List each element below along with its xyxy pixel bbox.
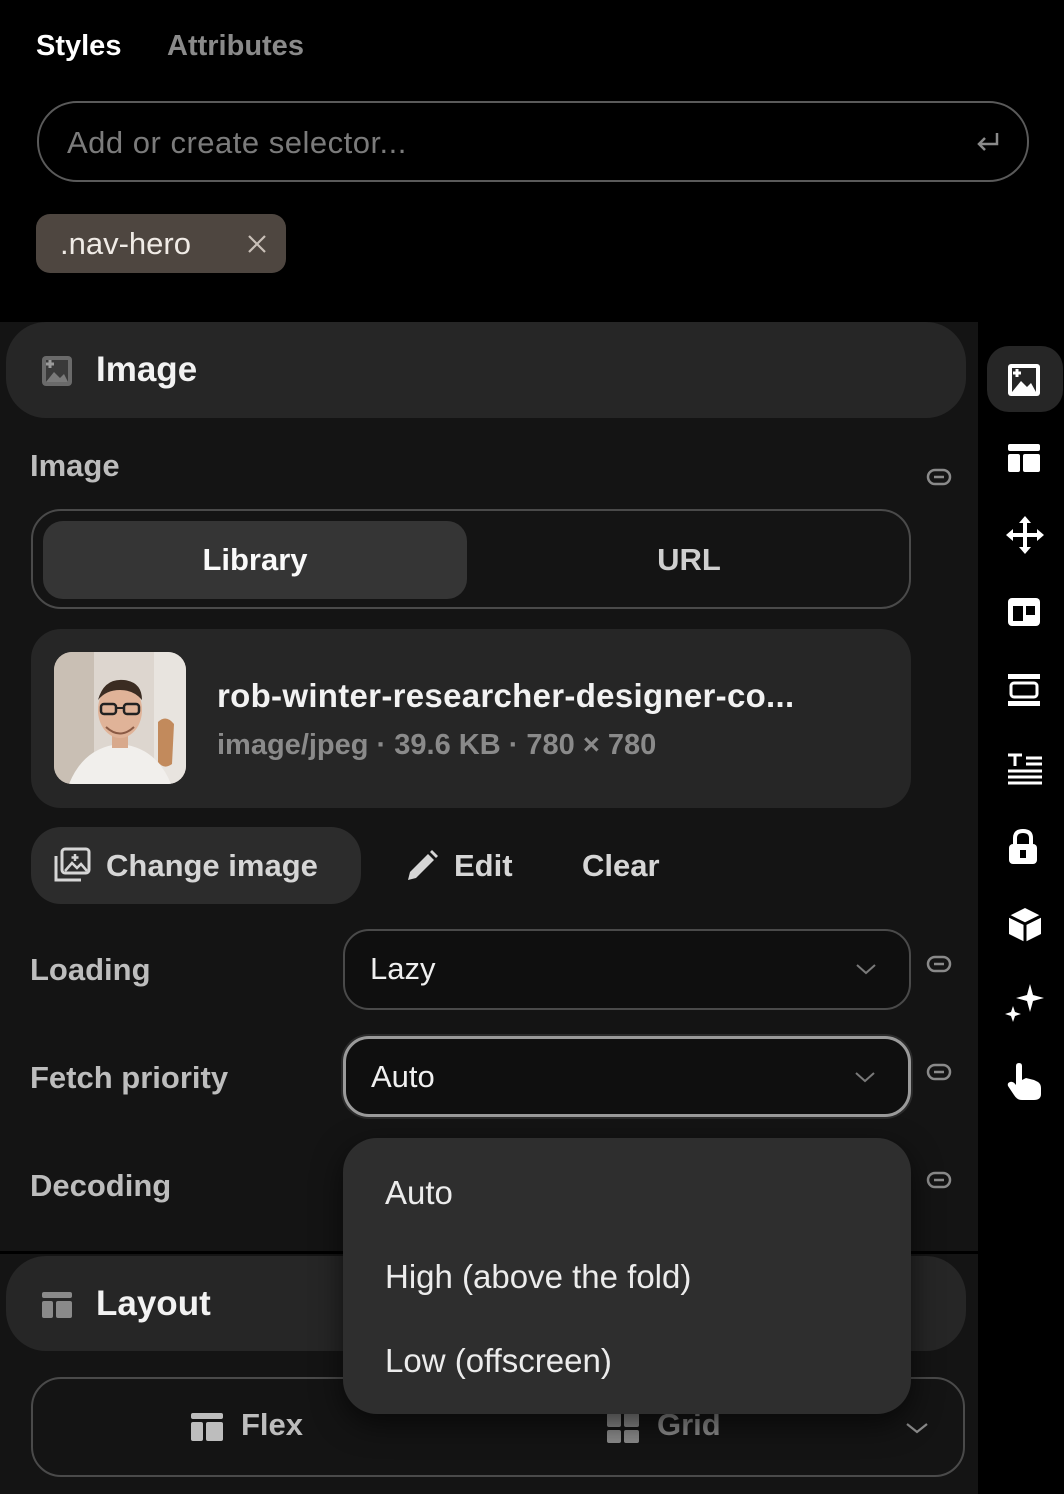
fetch-priority-label: Fetch priority bbox=[30, 1060, 229, 1095]
clear-button[interactable]: Clear bbox=[582, 827, 660, 904]
image-section-header[interactable]: Image bbox=[6, 322, 966, 418]
image-replace-icon bbox=[54, 847, 91, 882]
cube-icon[interactable] bbox=[1006, 906, 1044, 944]
option-high[interactable]: High (above the fold) bbox=[385, 1258, 691, 1296]
layout-icon[interactable] bbox=[1006, 442, 1042, 474]
loading-label: Loading bbox=[30, 952, 151, 987]
link-icon[interactable] bbox=[926, 467, 952, 487]
change-image-label: Change image bbox=[106, 848, 318, 883]
position-icon[interactable] bbox=[1006, 596, 1042, 628]
loading-select[interactable]: Lazy bbox=[343, 929, 911, 1010]
chevron-down-icon[interactable] bbox=[905, 1421, 929, 1435]
link-icon[interactable] bbox=[926, 1062, 952, 1082]
image-file-card: rob-winter-researcher-designer-co... ima… bbox=[31, 629, 911, 808]
section-rail bbox=[978, 322, 1064, 1494]
url-button[interactable]: URL bbox=[477, 521, 901, 599]
typography-icon[interactable] bbox=[1006, 752, 1044, 786]
grid-icon bbox=[607, 1413, 639, 1443]
selector-chip[interactable]: .nav-hero bbox=[36, 214, 286, 273]
image-thumbnail bbox=[54, 652, 186, 784]
enter-icon bbox=[977, 133, 999, 151]
file-meta: image/jpeg · 39.6 KB · 780 × 780 bbox=[217, 729, 657, 761]
tab-attributes[interactable]: Attributes bbox=[167, 30, 304, 63]
image-icon[interactable] bbox=[1006, 362, 1042, 398]
fetch-priority-dropdown: Auto High (above the fold) Low (offscree… bbox=[343, 1138, 911, 1414]
chip-label: .nav-hero bbox=[60, 226, 191, 261]
fetch-priority-select[interactable]: Auto bbox=[343, 1036, 911, 1117]
link-icon[interactable] bbox=[926, 954, 952, 974]
fetch-priority-value: Auto bbox=[371, 1059, 435, 1094]
file-name: rob-winter-researcher-designer-co... bbox=[217, 677, 795, 714]
image-source-toggle: Library URL bbox=[31, 509, 911, 609]
hand-pointer-icon[interactable] bbox=[1006, 1062, 1044, 1102]
change-image-button[interactable]: Change image bbox=[31, 827, 361, 904]
library-button[interactable]: Library bbox=[43, 521, 467, 599]
image-label: Image bbox=[30, 448, 120, 483]
layout-icon bbox=[42, 1292, 72, 1318]
chevron-down-icon bbox=[856, 964, 876, 975]
link-icon[interactable] bbox=[926, 1170, 952, 1190]
loading-value: Lazy bbox=[370, 951, 436, 986]
section-title: Image bbox=[96, 350, 198, 389]
decoding-label: Decoding bbox=[30, 1168, 172, 1203]
close-icon[interactable] bbox=[246, 233, 268, 255]
flex-icon bbox=[191, 1413, 223, 1441]
pencil-icon bbox=[408, 850, 438, 880]
sparkle-icon[interactable] bbox=[1004, 982, 1046, 1024]
image-icon bbox=[42, 356, 72, 386]
chevron-down-icon bbox=[855, 1072, 875, 1083]
tab-styles[interactable]: Styles bbox=[36, 30, 121, 63]
lock-icon[interactable] bbox=[1006, 828, 1040, 866]
selector-input[interactable] bbox=[65, 103, 969, 182]
flex-label: Flex bbox=[241, 1407, 304, 1442]
move-icon[interactable] bbox=[1004, 514, 1046, 556]
option-low[interactable]: Low (offscreen) bbox=[385, 1342, 612, 1380]
selector-field[interactable] bbox=[37, 101, 1029, 182]
spacing-icon[interactable] bbox=[1006, 672, 1042, 708]
edit-label: Edit bbox=[454, 848, 513, 883]
option-auto[interactable]: Auto bbox=[385, 1174, 453, 1212]
section-title: Layout bbox=[96, 1284, 211, 1323]
